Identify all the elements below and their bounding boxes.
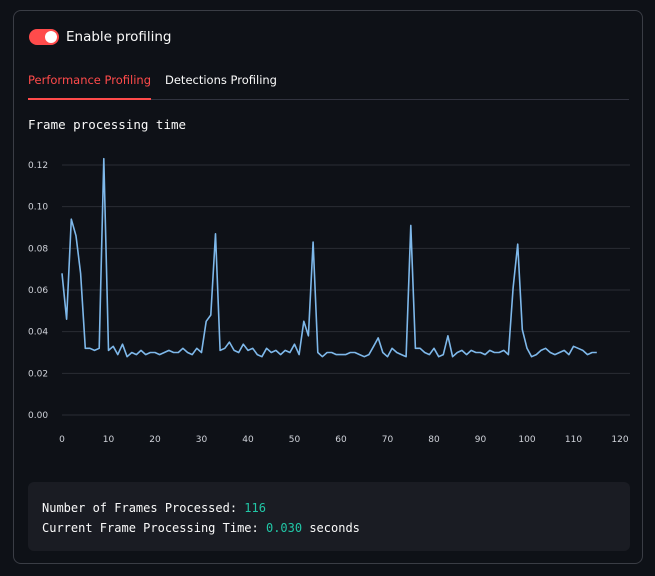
x-tick-label: 90 xyxy=(475,435,487,445)
y-tick-label: 0.08 xyxy=(28,244,48,254)
x-tick-label: 30 xyxy=(196,435,208,445)
processing-time-unit: seconds xyxy=(302,521,360,535)
x-tick-label: 100 xyxy=(518,435,535,445)
frame-time-chart: 0.00 0.02 0.04 0.06 0.08 0.10 0.12 0 10 20 30 40 50 6… xyxy=(28,157,630,445)
y-tick-label: 0.06 xyxy=(28,286,48,296)
x-tick-label: 50 xyxy=(289,435,301,445)
x-tick-label: 10 xyxy=(103,435,115,445)
stats-box: Number of Frames Processed: 116 Current … xyxy=(28,482,630,551)
processing-time-line: Current Frame Processing Time: 0.030 sec… xyxy=(42,518,616,538)
processing-time-label: Current Frame Processing Time: xyxy=(42,521,266,535)
x-tick-label: 0 xyxy=(59,435,65,445)
x-tick-label: 40 xyxy=(242,435,254,445)
x-tick-label: 60 xyxy=(335,435,347,445)
y-tick-label: 0.04 xyxy=(28,328,48,338)
x-tick-label: 120 xyxy=(611,435,628,445)
y-tick-label: 0.02 xyxy=(28,369,48,379)
y-tick-label: 0.10 xyxy=(28,203,48,213)
processing-time-value: 0.030 xyxy=(265,521,303,535)
y-tick-label: 0.12 xyxy=(28,161,48,171)
y-tick-label: 0.00 xyxy=(28,411,48,421)
series-line xyxy=(61,157,597,358)
frames-processed-line: Number of Frames Processed: 116 xyxy=(42,498,616,518)
x-tick-label: 70 xyxy=(382,435,394,445)
x-tick-label: 110 xyxy=(565,435,582,445)
x-tick-label: 80 xyxy=(428,435,440,445)
frames-processed-value: 116 xyxy=(244,501,266,515)
frames-processed-label: Number of Frames Processed: xyxy=(42,501,245,515)
x-tick-label: 20 xyxy=(149,435,161,445)
profiling-panel: Enable profiling Performance Profiling D… xyxy=(13,10,643,564)
